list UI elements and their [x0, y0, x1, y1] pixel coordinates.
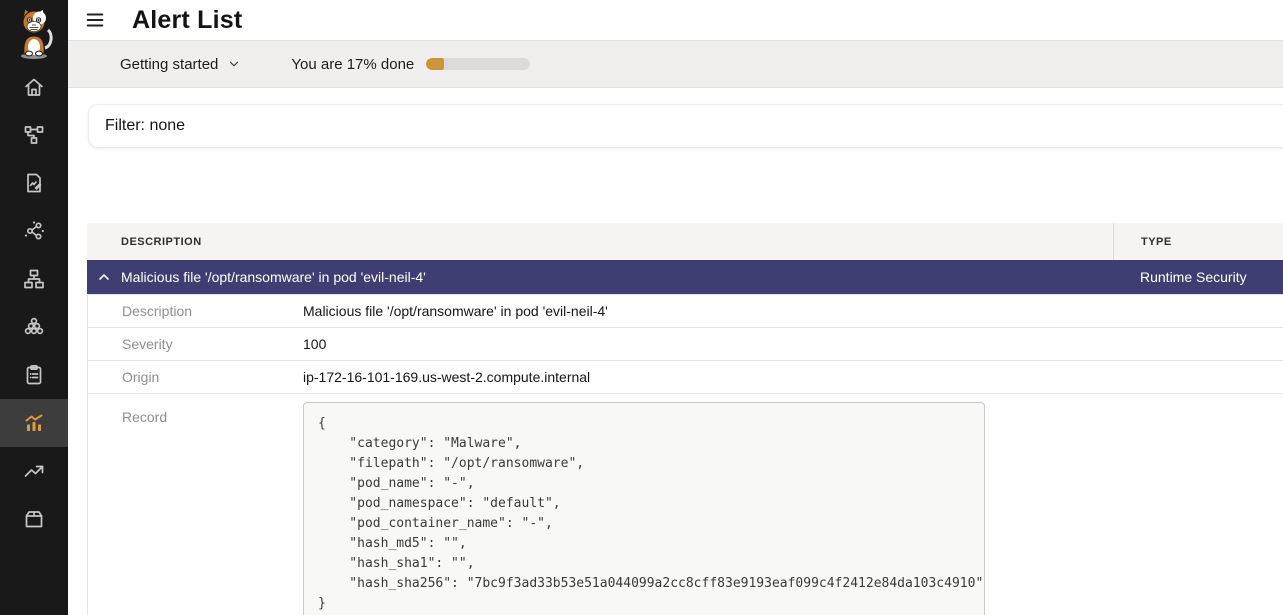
cluster-icon [22, 315, 46, 339]
filter-box[interactable]: Filter: none [88, 104, 1283, 148]
top-header: Alert List [68, 0, 1283, 40]
detail-row-origin: Origin ip-172-16-101-169.us-west-2.compu… [88, 361, 1283, 394]
alert-row-type: Runtime Security [1113, 269, 1283, 285]
progress-fill [426, 58, 444, 70]
detail-value: Malicious file '/opt/ransomware' in pod … [303, 303, 608, 319]
sidebar-item-packages[interactable] [0, 495, 68, 543]
filter-label: Filter: none [105, 117, 185, 135]
detail-label: Origin [88, 369, 303, 385]
sidebar-nav [0, 63, 68, 543]
hamburger-menu-icon[interactable] [84, 9, 106, 31]
sidebar [0, 0, 68, 615]
policy-edit-icon [22, 171, 46, 195]
record-code-block: { "category": "Malware", "filepath": "/o… [303, 402, 985, 615]
detail-label: Severity [88, 336, 303, 352]
column-header-type: TYPE [1113, 223, 1283, 260]
detail-value: 100 [303, 336, 326, 352]
sidebar-item-home[interactable] [0, 63, 68, 111]
table-header: DESCRIPTION TYPE [87, 223, 1283, 260]
page-title: Alert List [132, 6, 242, 35]
detail-row-severity: Severity 100 [88, 328, 1283, 361]
sidebar-item-trends[interactable] [0, 447, 68, 495]
chevron-up-icon [96, 269, 112, 285]
detail-value: ip-172-16-101-169.us-west-2.compute.inte… [303, 369, 590, 385]
home-icon [22, 75, 46, 99]
sidebar-item-reports[interactable] [0, 351, 68, 399]
record-json: { "category": "Malware", "filepath": "/o… [318, 414, 970, 614]
app-logo[interactable] [0, 0, 68, 60]
getting-started-dropdown[interactable]: Getting started [120, 56, 241, 73]
sidebar-item-network[interactable] [0, 207, 68, 255]
detail-label: Description [88, 303, 303, 319]
chevron-down-icon [227, 57, 241, 71]
alert-row[interactable]: Malicious file '/opt/ransomware' in pod … [87, 260, 1283, 294]
alerts-table: DESCRIPTION TYPE Malicious file '/opt/ra… [87, 223, 1283, 615]
cat-mascot-logo [11, 6, 57, 60]
detail-row-description: Description Malicious file '/opt/ransomw… [88, 295, 1283, 328]
trending-icon [22, 459, 46, 483]
getting-started-label: Getting started [120, 56, 218, 73]
alert-row-title: Malicious file '/opt/ransomware' in pod … [121, 269, 1113, 285]
alert-metrics-icon [22, 411, 46, 435]
main-content: Alert List Getting started You are 17% d… [68, 0, 1283, 615]
report-icon [22, 363, 46, 387]
column-header-description: DESCRIPTION [87, 223, 1113, 260]
detail-label: Record [88, 402, 303, 425]
collapse-row-button[interactable] [87, 269, 121, 285]
sitemap-icon [22, 267, 46, 291]
sidebar-item-policies[interactable] [0, 159, 68, 207]
package-icon [22, 507, 46, 531]
sidebar-item-sitemap[interactable] [0, 255, 68, 303]
sidebar-item-topology[interactable] [0, 111, 68, 159]
network-graph-icon [22, 219, 46, 243]
filter-section: Filter: none [68, 88, 1283, 148]
topology-icon [22, 123, 46, 147]
progress-bar [426, 58, 530, 70]
progress-text: You are 17% done [291, 56, 414, 73]
sidebar-item-alerts[interactable] [0, 399, 68, 447]
detail-row-record: Record { "category": "Malware", "filepat… [88, 394, 1283, 615]
getting-started-bar: Getting started You are 17% done [68, 40, 1283, 88]
sidebar-item-clusters[interactable] [0, 303, 68, 351]
alert-details: Description Malicious file '/opt/ransomw… [87, 294, 1283, 615]
